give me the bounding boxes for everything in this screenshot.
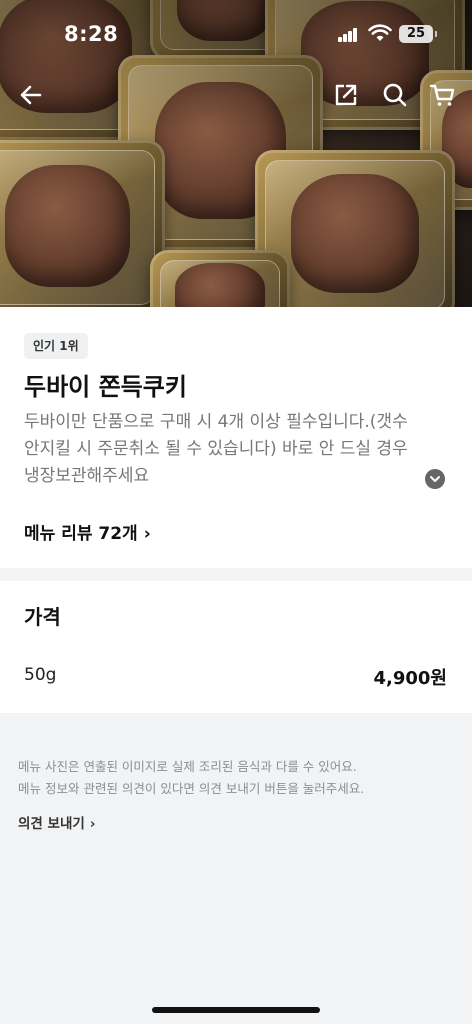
chevron-right-icon: › [89, 816, 96, 832]
product-description: 두바이만 단품으로 구매 시 4개 이상 필수입니다.(갯수 안지킬 시 주문취… [24, 412, 408, 486]
wifi-icon [368, 24, 392, 42]
chevron-down-icon [430, 476, 440, 482]
cake-tray [150, 250, 290, 307]
menu-review-link[interactable]: 메뉴 리뷰 72개 › [24, 519, 151, 544]
notice-line: 메뉴 사진은 연출된 이미지로 실제 조리된 음식과 다를 수 있어요. [18, 759, 357, 774]
status-time: 8:28 [64, 22, 119, 46]
notice-line: 메뉴 정보와 관련된 의견이 있다면 의견 보내기 버튼을 눌러주세요. [18, 781, 365, 796]
send-feedback-link[interactable]: 의견 보내기 › [18, 812, 95, 832]
cart-icon[interactable] [428, 80, 458, 110]
menu-notice: 메뉴 사진은 연출된 이미지로 실제 조리된 음식과 다를 수 있어요. 메뉴 … [18, 756, 458, 800]
cellular-signal-icon [338, 28, 358, 42]
product-info-section: 인기 1위 두바이 쫀득쿠키 두바이만 단품으로 구매 시 4개 이상 필수입니… [0, 307, 472, 568]
price-option-name: 50g [24, 665, 57, 685]
popularity-badge: 인기 1위 [24, 333, 88, 359]
price-option-value: 4,900원 [373, 668, 448, 689]
menu-review-label: 메뉴 리뷰 72개 [24, 524, 138, 544]
cake-tray [0, 140, 165, 307]
expand-description-button[interactable] [425, 469, 445, 489]
product-title: 두바이 쫀득쿠키 [24, 373, 187, 401]
price-section-title: 가격 [24, 605, 61, 629]
price-section: 가격 50g 4,900원 [0, 581, 472, 713]
chevron-right-icon: › [143, 524, 151, 544]
home-indicator[interactable] [152, 1007, 320, 1013]
search-icon[interactable] [380, 80, 410, 110]
send-feedback-label: 의견 보내기 [18, 816, 85, 832]
back-arrow-icon[interactable] [16, 80, 46, 110]
share-icon[interactable] [331, 80, 361, 110]
battery-indicator: 25 [399, 25, 437, 43]
status-bar: 8:28 25 [0, 0, 472, 70]
